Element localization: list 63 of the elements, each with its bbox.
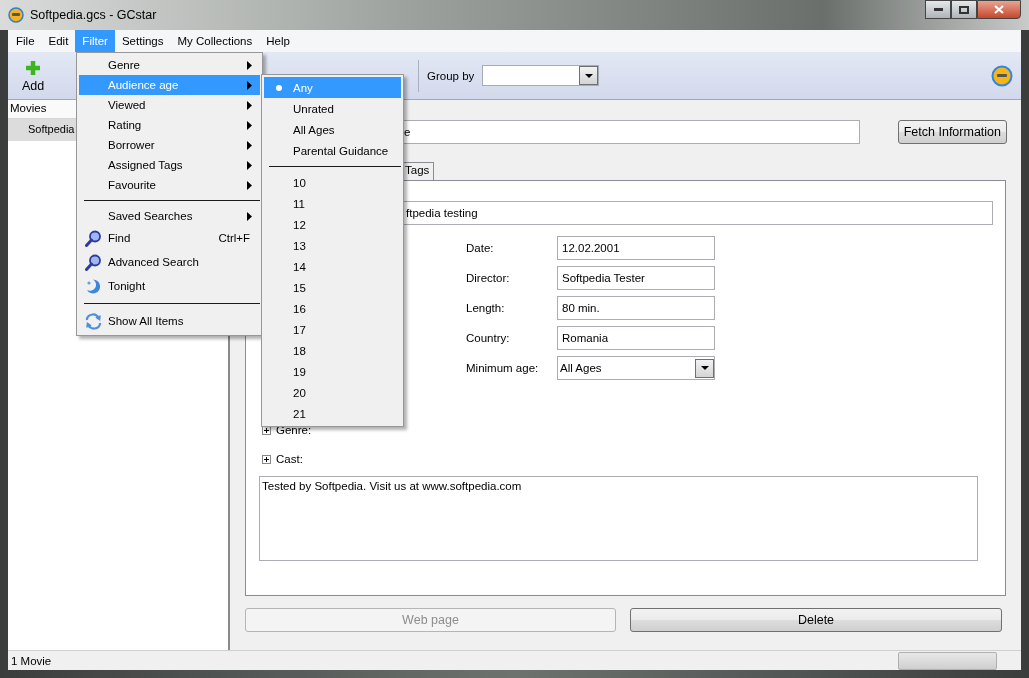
minimum-age-dropdown[interactable]: All Ages [557,356,715,380]
field-label: Director: [466,272,511,284]
comments-field[interactable]: Tested by Softpedia. Visit us at www.softpedia.com [259,476,978,561]
section-label: Cast: [276,453,303,465]
menu-item[interactable]: Find Ctrl+F [79,226,260,250]
fetch-information-button[interactable]: Fetch Information [897,120,1007,144]
menu-item[interactable]: Saved Searches [79,206,260,226]
menu-bar-item[interactable]: Help [259,30,297,52]
status-text: 1 Movie [11,654,52,667]
menu-bar-item[interactable]: My Collections [170,30,260,52]
dropdown-button[interactable] [695,358,714,378]
menu-bar-item[interactable]: Settings [114,30,171,52]
menu-item[interactable]: 16 [264,298,401,319]
menu-item[interactable]: 10 [264,172,401,193]
menu-item[interactable]: Favourite [79,175,260,195]
close-button[interactable] [977,0,1021,19]
menu-item[interactable]: Unrated [264,98,401,119]
moon-icon [85,277,102,295]
menu-item[interactable]: 21 [264,403,401,424]
menu-item[interactable]: 15 [264,277,401,298]
menu-item[interactable]: 17 [264,319,401,340]
field-label: Minimum age: [466,362,540,374]
minimize-icon [933,8,943,11]
caret-icon [584,73,593,78]
menu-item[interactable]: Genre [79,55,260,75]
menu-item[interactable]: 18 [264,340,401,361]
plus-icon [24,58,43,77]
menu-bar-item[interactable]: File [9,30,42,52]
magnifier-icon [85,229,102,247]
menu-item[interactable]: 14 [264,256,401,277]
menu-item[interactable]: Show All Items [79,309,260,333]
radio-bullet-icon [275,84,282,91]
menu-bar-item[interactable]: Edit [41,30,76,52]
refresh-icon [85,312,102,330]
menu-item[interactable]: 19 [264,361,401,382]
field-label: Date: [466,242,495,254]
text-field[interactable]: Softpedia Tester [557,266,715,290]
submenu-arrow-icon [247,211,252,221]
field-label: Country: [466,332,511,344]
menu-item[interactable]: Assigned Tags [79,155,260,175]
minimize-button[interactable] [925,0,951,19]
menu-item[interactable]: Advanced Search [79,250,260,274]
text-field[interactable]: Romania [557,326,715,350]
text-field[interactable]: 80 min. [557,296,715,320]
action-button[interactable]: Delete [630,608,1002,632]
field-label: Length: [466,302,506,314]
menu-item[interactable]: All Ages [264,119,401,140]
dropdown-button[interactable] [579,66,599,85]
menu-item[interactable]: 13 [264,235,401,256]
close-icon [994,5,1004,14]
caret-icon [700,366,709,370]
text-field[interactable]: 12.02.2001 [557,236,715,260]
maximize-icon [959,5,969,14]
menu-item[interactable]: 20 [264,382,401,403]
expand-icon[interactable] [262,454,271,464]
maximize-button[interactable] [951,0,977,19]
magnifier-icon [85,253,102,271]
app-logo-icon [8,7,24,23]
add-button[interactable]: Add [16,58,51,93]
window-title: Softpedia.gcs - GCstar [30,8,157,22]
group-by-label: Group by [427,69,475,82]
menu-item[interactable]: Tonight [79,274,260,298]
group-by-dropdown[interactable] [482,65,600,86]
